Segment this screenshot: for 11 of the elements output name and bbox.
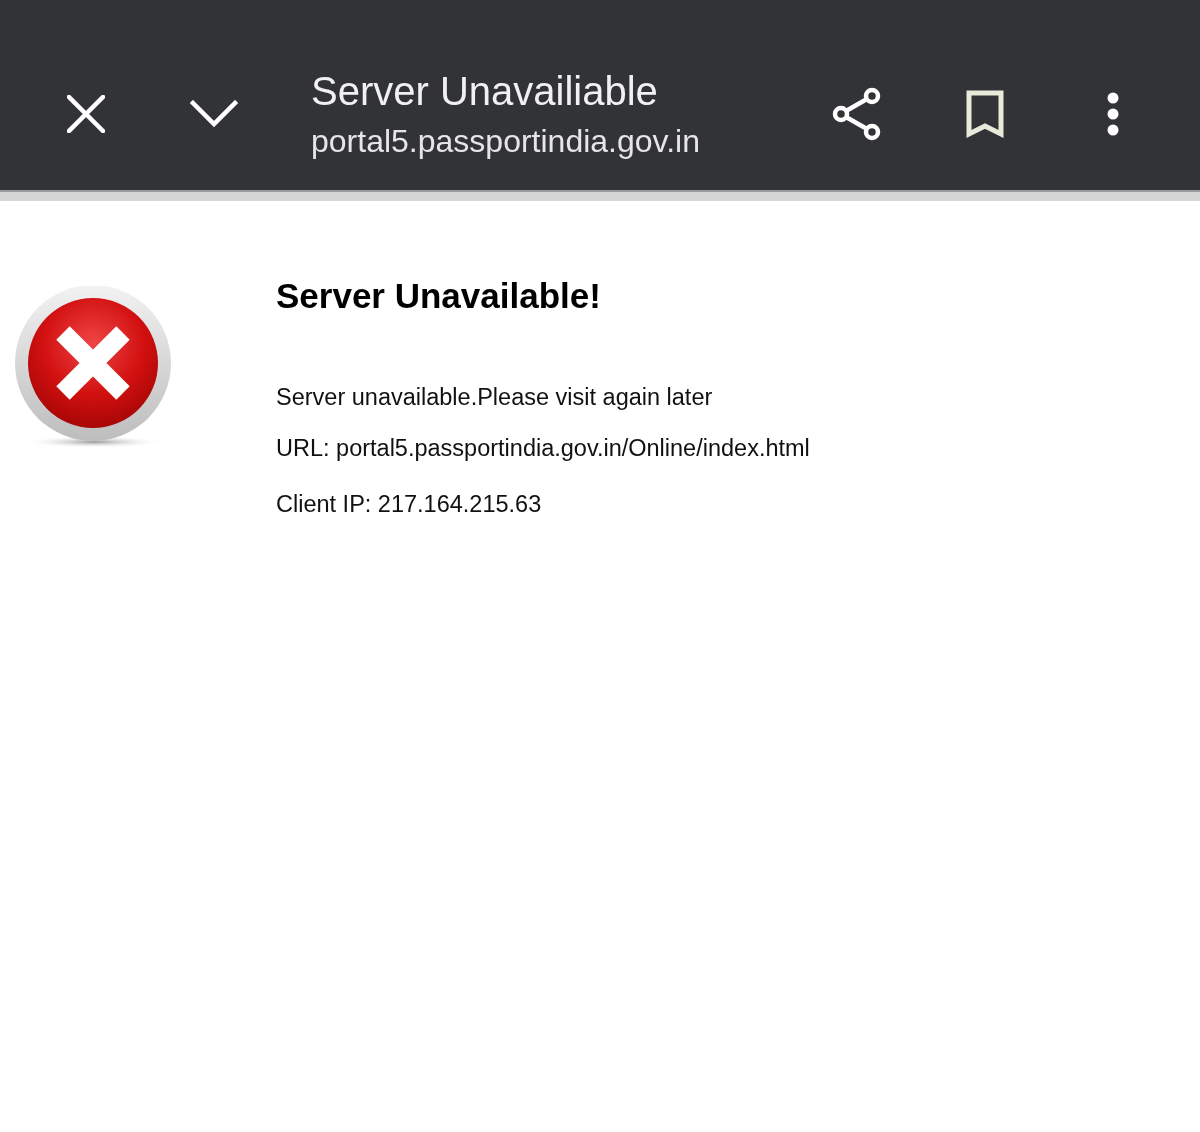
share-icon — [832, 87, 882, 141]
page-url: portal5.passportindia.gov.in — [311, 122, 701, 161]
more-icon — [1107, 92, 1119, 136]
error-heading: Server Unavailable! — [276, 276, 602, 316]
close-icon — [67, 95, 105, 133]
page-title: Server Unavailiable — [311, 68, 659, 115]
chevron-down-icon — [190, 100, 238, 128]
bookmark-icon — [965, 89, 1005, 139]
error-message: Server unavailable.Please visit again later — [276, 383, 714, 411]
client-ip-text: Client IP: 217.164.215.63 — [276, 490, 543, 518]
url-text: URL: portal5.passportindia.gov.in/Online/index.html — [276, 434, 810, 462]
